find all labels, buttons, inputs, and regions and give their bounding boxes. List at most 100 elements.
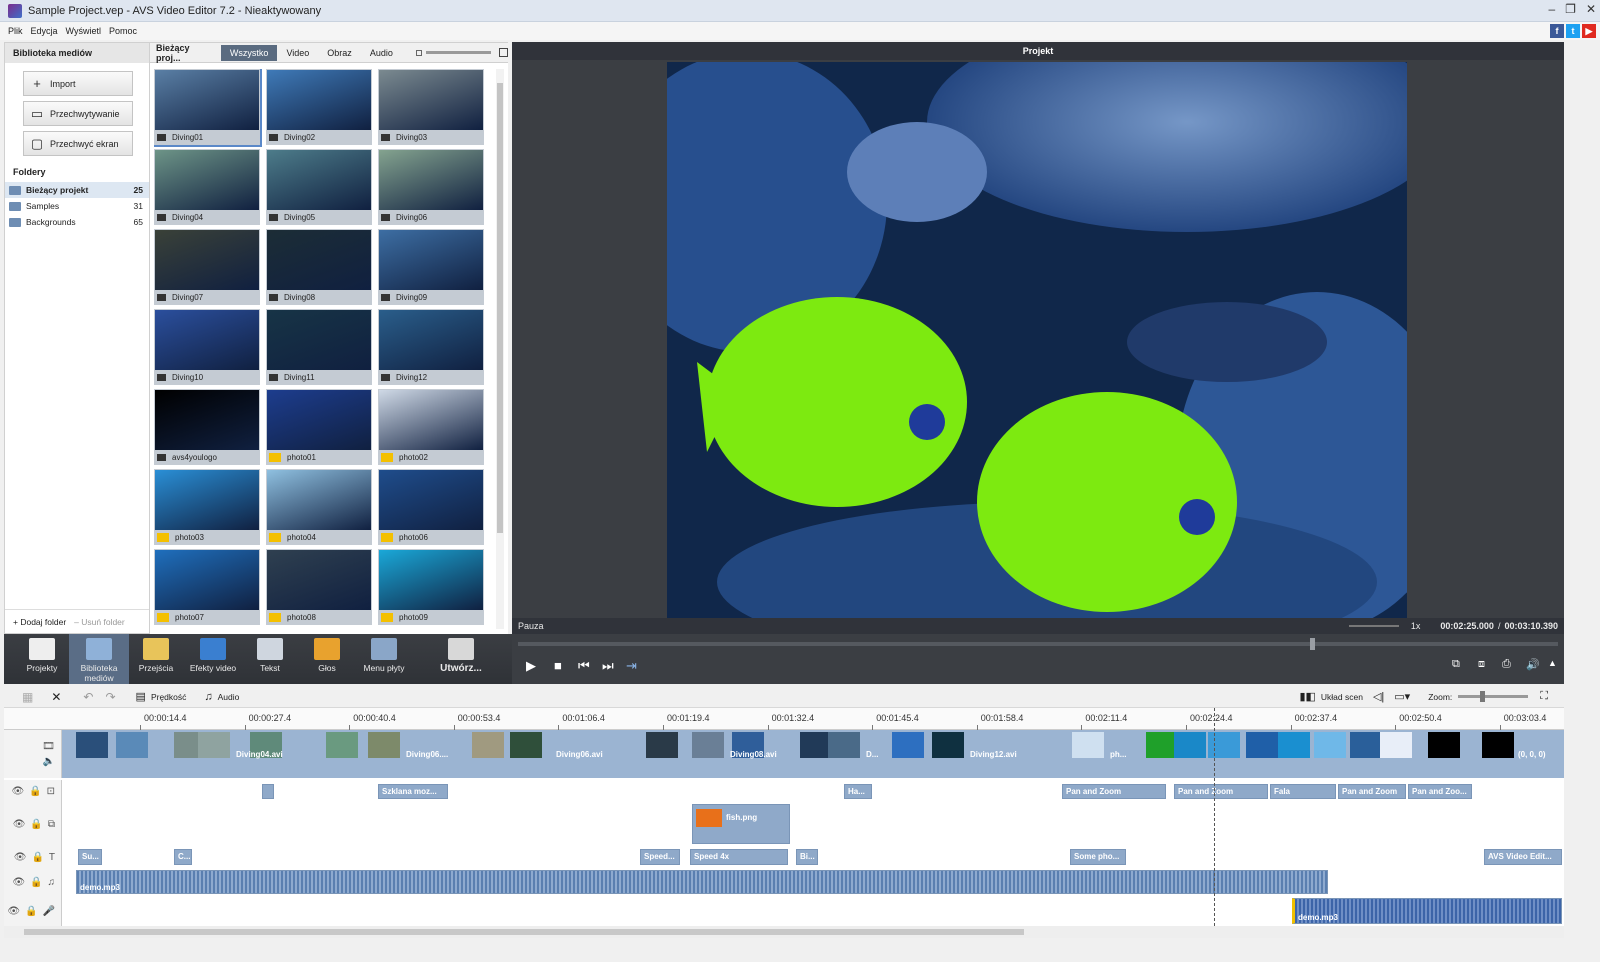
toolbar-button-1[interactable]: Biblioteka mediów (69, 634, 129, 684)
effect-clip[interactable]: Pan and Zoo... (1408, 784, 1472, 799)
camera-icon[interactable]: ⎙ (1502, 658, 1511, 671)
mute-icon[interactable]: 🔈 (43, 756, 55, 767)
menu-help[interactable]: Pomoc (109, 26, 137, 36)
media-item[interactable]: Diving06 (378, 149, 484, 225)
media-item[interactable]: photo02 (378, 389, 484, 465)
import-button[interactable]: + Import (23, 71, 133, 96)
lock-icon[interactable]: 🔒 (31, 852, 43, 863)
play-icon[interactable]: ▶ (526, 658, 536, 674)
video-clip-thumbnail[interactable] (1072, 732, 1104, 758)
redo-icon[interactable]: ↷ (105, 690, 115, 704)
lock-icon[interactable]: 🔒 (29, 786, 41, 797)
toolbar-button-3[interactable]: Efekty video (183, 634, 243, 684)
video-clip-thumbnail[interactable] (1482, 732, 1514, 758)
scene-layout-button[interactable]: Układ scen (1321, 692, 1363, 702)
frame-step-icon[interactable]: ⇥ (626, 658, 637, 674)
large-thumbs-icon[interactable] (499, 48, 508, 57)
display-dropdown-icon[interactable]: ▭▾ (1394, 690, 1410, 703)
media-item[interactable]: photo08 (266, 549, 372, 625)
storyboard-icon[interactable]: ▦ (22, 690, 33, 704)
next-frame-icon[interactable]: ⏭ (602, 658, 614, 674)
audio-clip[interactable]: demo.mp3 (76, 870, 1328, 894)
undo-icon[interactable]: ↶ (83, 690, 93, 704)
video-clip-label[interactable]: Diving04.avi (236, 750, 283, 759)
video-clip-thumbnail[interactable] (1246, 732, 1278, 758)
video-clip-thumbnail[interactable] (368, 732, 400, 758)
add-folder-button[interactable]: + Dodaj folder (13, 617, 66, 627)
snapshot-icon[interactable]: ⧉ (1452, 658, 1460, 671)
detach-icon[interactable]: ⧈ (1478, 658, 1485, 671)
maximize-icon[interactable]: ❐ (1565, 2, 1576, 16)
speed-slider[interactable] (1348, 625, 1399, 627)
minimize-icon[interactable]: – (1548, 2, 1555, 16)
video-clip-thumbnail[interactable] (932, 732, 964, 758)
folder-samples[interactable]: Samples 31 (5, 198, 149, 214)
toolbar-button-2[interactable]: Przejścia (126, 634, 186, 684)
toolbar-button-5[interactable]: Głos (297, 634, 357, 684)
media-item[interactable]: photo01 (266, 389, 372, 465)
voice-clip[interactable]: demo.mp3 (1292, 898, 1562, 924)
toolbar-button-7[interactable]: Utwórz... (426, 634, 496, 684)
media-item[interactable]: Diving02 (266, 69, 372, 145)
media-item[interactable]: photo03 (154, 469, 260, 545)
audio-levels-icon[interactable]: ◁| (1373, 690, 1384, 703)
video-clip-thumbnail[interactable] (1208, 732, 1240, 758)
media-item[interactable]: photo06 (378, 469, 484, 545)
text-clip[interactable]: Some pho... (1070, 849, 1126, 865)
facebook-icon[interactable]: f (1550, 24, 1564, 38)
video-clip-thumbnail[interactable] (1278, 732, 1310, 758)
tab-audio[interactable]: Audio (361, 45, 402, 61)
video-clip-thumbnail[interactable] (646, 732, 678, 758)
menu-file[interactable]: Plik (8, 26, 23, 36)
volume-icon[interactable]: 🔊 (1526, 658, 1540, 671)
video-clip-thumbnail[interactable] (472, 732, 504, 758)
toolbar-button-6[interactable]: Menu płyty (354, 634, 414, 684)
capture-button[interactable]: ▭ Przechwytywanie (23, 101, 133, 126)
media-item[interactable]: Diving04 (154, 149, 260, 225)
stop-icon[interactable]: ■ (554, 658, 562, 673)
video-clip-thumbnail[interactable] (892, 732, 924, 758)
media-item[interactable]: photo04 (266, 469, 372, 545)
delete-icon[interactable]: ✕ (51, 690, 61, 704)
text-clip[interactable]: Speed... (640, 849, 680, 865)
media-item[interactable]: photo09 (378, 549, 484, 625)
effect-clip[interactable]: Pan and Zoom (1338, 784, 1406, 799)
eye-icon[interactable]: 👁 (12, 877, 25, 888)
media-item[interactable]: Diving03 (378, 69, 484, 145)
effect-clip[interactable]: Pan and Zoom (1174, 784, 1268, 799)
zoom-slider[interactable] (1458, 691, 1529, 702)
youtube-icon[interactable]: ▶ (1582, 24, 1596, 38)
media-item[interactable]: Diving11 (266, 309, 372, 385)
effect-clip[interactable]: Ha... (844, 784, 872, 799)
effect-clip[interactable]: Pan and Zoom (1062, 784, 1166, 799)
video-clip-thumbnail[interactable] (1428, 732, 1460, 758)
video-clip-thumbnail[interactable] (116, 732, 148, 758)
media-item[interactable]: Diving05 (266, 149, 372, 225)
video-clip-thumbnail[interactable] (1380, 732, 1412, 758)
text-clip[interactable]: AVS Video Edit... (1484, 849, 1562, 865)
media-scrollbar[interactable] (496, 69, 504, 629)
video-clip-thumbnail[interactable] (1314, 732, 1346, 758)
video-clip-thumbnail[interactable] (692, 732, 724, 758)
text-clip[interactable]: Su... (78, 849, 102, 865)
video-clip-thumbnail[interactable] (198, 732, 230, 758)
video-clip-label[interactable]: (0, 0, 0) (1518, 750, 1546, 759)
toolbar-button-0[interactable]: Projekty (12, 634, 72, 684)
video-clip-label[interactable]: Diving06.avi (556, 750, 603, 759)
seek-knob[interactable] (1310, 638, 1315, 650)
prev-frame-icon[interactable]: ⏮ (578, 658, 590, 674)
video-clip-label[interactable]: D... (866, 750, 878, 759)
small-thumbs-icon[interactable] (415, 49, 422, 56)
effect-clip[interactable] (262, 784, 274, 799)
media-item[interactable]: Diving12 (378, 309, 484, 385)
text-clip[interactable]: C... (174, 849, 192, 865)
video-clip-thumbnail[interactable] (1174, 732, 1206, 758)
media-item[interactable]: photo07 (154, 549, 260, 625)
tab-image[interactable]: Obraz (318, 45, 361, 61)
lock-icon[interactable]: 🔒 (30, 819, 42, 830)
timeline-scrollbar[interactable] (4, 926, 1564, 938)
thumb-size-slider[interactable] (425, 51, 492, 54)
screen-capture-button[interactable]: ▢ Przechwyć ekran (23, 131, 133, 156)
text-clip[interactable]: Bi... (796, 849, 818, 865)
eye-icon[interactable]: 👁 (11, 786, 24, 797)
